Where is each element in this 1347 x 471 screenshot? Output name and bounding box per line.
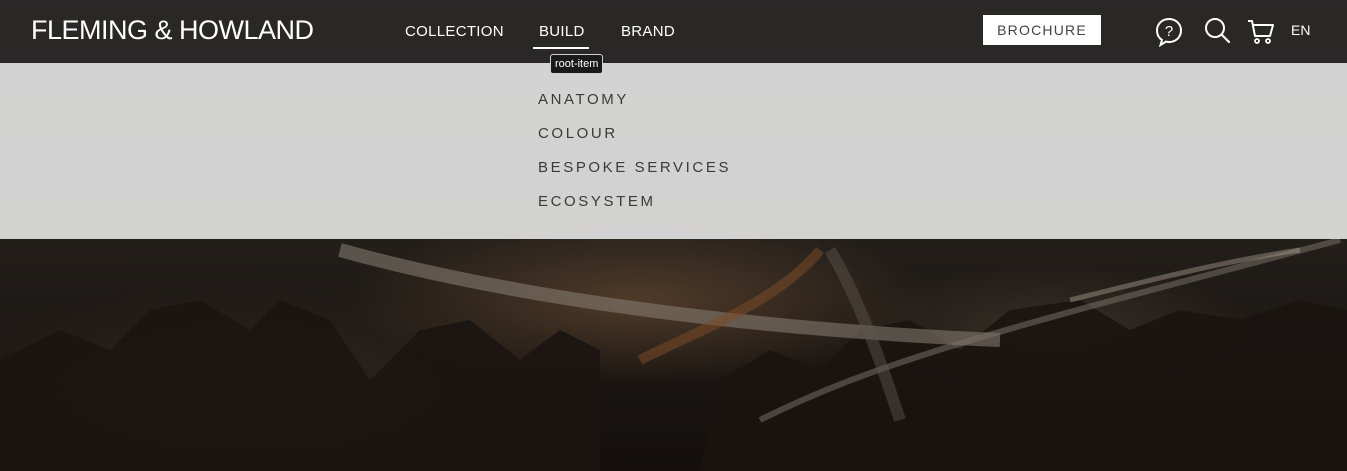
dropdown-item-colour[interactable]: COLOUR xyxy=(538,124,618,144)
dropdown-item-bespoke-services[interactable]: BESPOKE SERVICES xyxy=(538,158,731,178)
top-navigation-bar: FLEMING & HOWLAND COLLECTION BUILD BRAND… xyxy=(0,0,1347,63)
brochure-button[interactable]: BROCHURE xyxy=(983,15,1101,45)
svg-text:?: ? xyxy=(1165,23,1173,40)
language-selector[interactable]: EN xyxy=(1291,21,1310,39)
build-dropdown-menu: ANATOMY COLOUR BESPOKE SERVICES ECOSYSTE… xyxy=(0,63,1347,239)
dropdown-item-anatomy[interactable]: ANATOMY xyxy=(538,90,629,110)
help-icon[interactable]: ? xyxy=(1154,15,1184,48)
nav-tooltip: root-item xyxy=(550,54,604,74)
cart-icon[interactable] xyxy=(1246,15,1276,47)
nav-item-brand[interactable]: BRAND xyxy=(621,22,675,42)
search-icon[interactable] xyxy=(1202,15,1232,47)
nav-item-collection[interactable]: COLLECTION xyxy=(405,22,504,42)
brand-logo[interactable]: FLEMING & HOWLAND xyxy=(31,14,314,46)
nav-active-underline xyxy=(533,47,589,49)
dropdown-item-ecosystem[interactable]: ECOSYSTEM xyxy=(538,192,656,212)
nav-item-build[interactable]: BUILD xyxy=(539,22,585,42)
